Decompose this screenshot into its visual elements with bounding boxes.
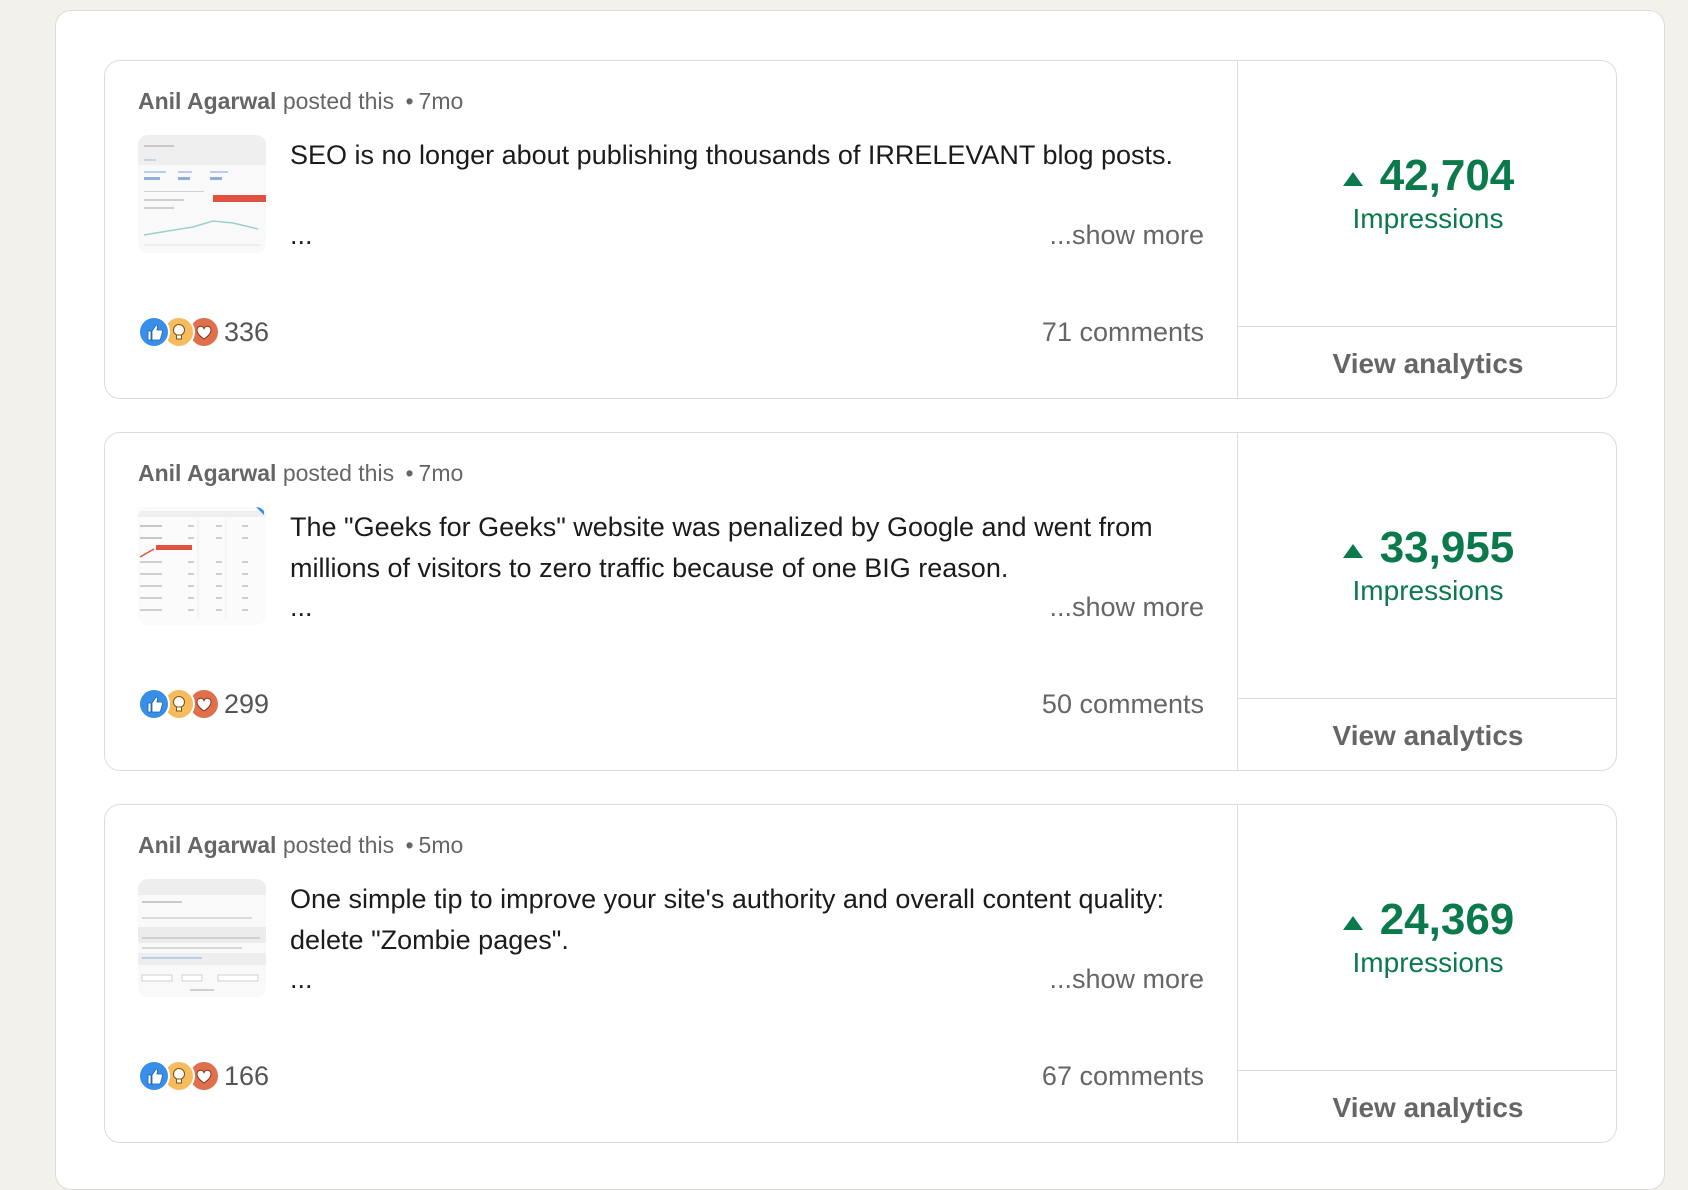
- comments-count[interactable]: 50 comments: [1042, 686, 1204, 722]
- like-icon: [138, 316, 170, 348]
- author-name[interactable]: Anil Agarwal: [138, 88, 276, 114]
- post-text-ellipsis: ...: [290, 592, 313, 622]
- reaction-count: 299: [224, 688, 270, 719]
- reaction-icons: [138, 1060, 220, 1092]
- post-text: SEO is no longer about publishing thousa…: [290, 140, 1174, 170]
- author-name[interactable]: Anil Agarwal: [138, 460, 276, 486]
- impressions-row: 33,955: [1238, 523, 1616, 573]
- show-more-link[interactable]: ...show more: [1049, 587, 1204, 628]
- page-screenshot-icon: [138, 879, 266, 997]
- triangle-up-icon: [1342, 544, 1363, 558]
- post-age: 7mo: [418, 88, 464, 114]
- post-text: The "Geeks for Geeks" website was penali…: [290, 512, 1153, 583]
- post-action: posted this: [282, 88, 395, 114]
- post-text-ellipsis: ...: [290, 964, 313, 994]
- post-header: Anil Agarwal posted this • 7mo: [138, 460, 463, 487]
- post-content[interactable]: Anil Agarwal posted this • 5mo One simpl…: [105, 805, 1238, 1142]
- post-age: 7mo: [418, 460, 464, 486]
- view-analytics-button[interactable]: View analytics: [1238, 1070, 1616, 1142]
- comments-count[interactable]: 71 comments: [1042, 314, 1204, 350]
- post-stats: 42,704 Impressions View analytics: [1238, 61, 1616, 398]
- reactions-summary[interactable]: 336: [138, 314, 269, 350]
- reaction-count: 166: [224, 1060, 270, 1091]
- like-icon: [138, 1060, 170, 1092]
- post-content[interactable]: Anil Agarwal posted this • 7mo: [105, 433, 1238, 770]
- separator-dot: •: [405, 832, 414, 858]
- reaction-icons: [138, 688, 220, 720]
- impressions-value: 24,369: [1379, 895, 1515, 944]
- post-stats: 33,955 Impressions View analytics: [1238, 433, 1616, 770]
- post-text: One simple tip to improve your site's au…: [290, 884, 1165, 955]
- analytics-chart-screenshot-icon: [138, 135, 266, 253]
- view-analytics-button[interactable]: View analytics: [1238, 698, 1616, 770]
- reaction-count: 336: [224, 316, 270, 347]
- post-age: 5mo: [418, 832, 464, 858]
- triangle-up-icon: [1342, 172, 1363, 186]
- impressions-label: Impressions: [1352, 575, 1504, 606]
- separator-dot: •: [405, 88, 414, 114]
- reaction-icons: [138, 316, 220, 348]
- comments-count[interactable]: 67 comments: [1042, 1058, 1204, 1094]
- post-thumbnail[interactable]: [138, 507, 266, 625]
- impressions-row: 24,369: [1238, 895, 1616, 945]
- show-more-link[interactable]: ...show more: [1049, 959, 1204, 1000]
- show-more-link[interactable]: ...show more: [1049, 215, 1204, 256]
- author-name[interactable]: Anil Agarwal: [138, 832, 276, 858]
- post-header: Anil Agarwal posted this • 7mo: [138, 88, 463, 115]
- post-thumbnail[interactable]: [138, 135, 266, 253]
- separator-dot: •: [405, 460, 414, 486]
- post-card[interactable]: Anil Agarwal posted this • 7mo: [104, 432, 1617, 771]
- table-screenshot-icon: [138, 507, 266, 625]
- impressions-row: 42,704: [1238, 151, 1616, 201]
- like-icon: [138, 688, 170, 720]
- impressions-value: 42,704: [1379, 151, 1515, 200]
- impressions-block: 24,369 Impressions: [1238, 805, 1616, 1070]
- impressions-block: 42,704 Impressions: [1238, 61, 1616, 326]
- post-thumbnail[interactable]: [138, 879, 266, 997]
- post-card[interactable]: Anil Agarwal posted this • 5mo One simpl…: [104, 804, 1617, 1143]
- view-analytics-button[interactable]: View analytics: [1238, 326, 1616, 398]
- impressions-value: 33,955: [1379, 523, 1515, 572]
- post-content[interactable]: Anil Agarwal posted this • 7mo: [105, 61, 1238, 398]
- impressions-label: Impressions: [1352, 203, 1504, 234]
- triangle-up-icon: [1342, 916, 1363, 930]
- post-action: posted this: [282, 460, 395, 486]
- post-stats: 24,369 Impressions View analytics: [1238, 805, 1616, 1142]
- reactions-summary[interactable]: 166: [138, 1058, 269, 1094]
- post-card[interactable]: Anil Agarwal posted this • 7mo: [104, 60, 1617, 399]
- post-header: Anil Agarwal posted this • 5mo: [138, 832, 463, 859]
- post-action: posted this: [282, 832, 395, 858]
- post-text-ellipsis: ...: [290, 220, 313, 250]
- impressions-block: 33,955 Impressions: [1238, 433, 1616, 698]
- reactions-summary[interactable]: 299: [138, 686, 269, 722]
- impressions-label: Impressions: [1352, 947, 1504, 978]
